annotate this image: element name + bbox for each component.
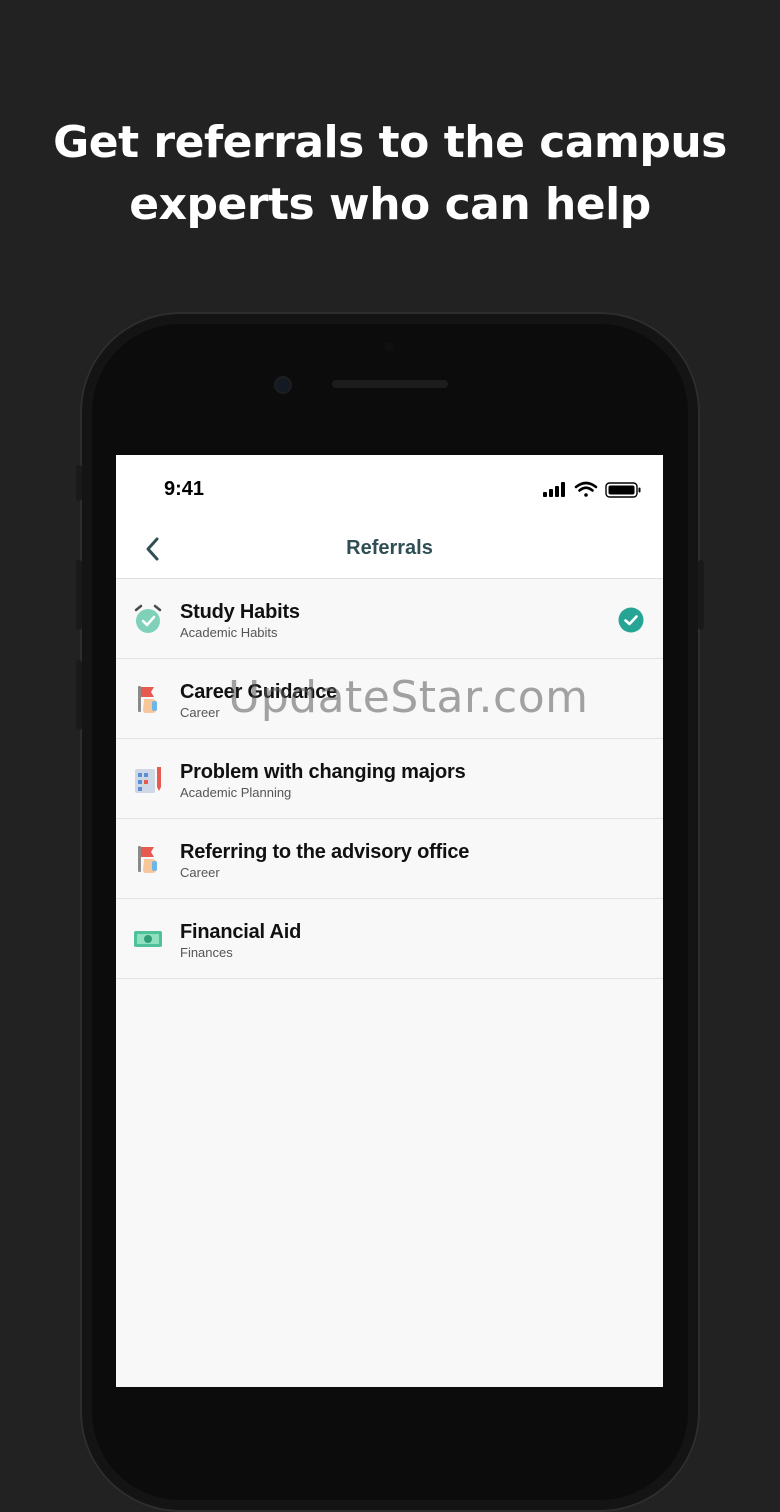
status-bar: 9:41 — [116, 455, 663, 521]
list-item[interactable]: Financial Aid Finances — [116, 899, 663, 979]
mute-switch — [76, 465, 82, 501]
headline-line-1: Get referrals to the campus — [53, 117, 727, 168]
list-item-subtitle: Academic Habits — [180, 625, 278, 640]
alarm-clock-icon — [134, 604, 162, 633]
battery-icon — [605, 482, 641, 498]
list-item-title: Referring to the advisory office — [180, 841, 470, 863]
list-item[interactable]: Problem with changing majors Academic Pl… — [116, 739, 663, 819]
earpiece-speaker — [332, 380, 448, 388]
list-item-title: Financial Aid — [180, 921, 302, 943]
headline: Get referrals to the campus experts who … — [0, 112, 780, 236]
volume-up-button — [76, 560, 82, 630]
list-item[interactable]: Referring to the advisory office Career — [116, 819, 663, 899]
watermark-text: UpdateStar.com — [228, 672, 589, 723]
career-icon — [138, 846, 157, 873]
list-item-title: Study Habits — [180, 601, 300, 623]
power-button — [698, 560, 704, 630]
status-icons — [543, 481, 643, 498]
planning-icon — [135, 767, 161, 793]
volume-down-button — [76, 660, 82, 730]
list-item[interactable]: Study Habits Academic Habits — [116, 579, 663, 659]
list-item-subtitle: Career — [180, 705, 220, 720]
list-item-subtitle: Finances — [180, 945, 233, 960]
career-icon — [138, 686, 157, 713]
phone-screen: 9:41 Referrals Study Habits Academic Hab… — [116, 455, 663, 1387]
money-icon — [134, 931, 162, 947]
list-item-title: Problem with changing majors — [180, 761, 466, 783]
wifi-icon — [574, 481, 598, 497]
headline-line-2: experts who can help — [129, 179, 651, 230]
proximity-sensor — [384, 342, 394, 352]
list-item-subtitle: Academic Planning — [180, 785, 292, 800]
list-item-subtitle: Career — [180, 865, 220, 880]
front-camera — [274, 376, 292, 394]
signal-icon — [543, 482, 565, 497]
status-time: 9:41 — [164, 478, 205, 500]
check-circle-icon — [618, 607, 644, 633]
nav-bar: Referrals — [116, 521, 663, 579]
referral-list: Study Habits Academic Habits Career Guid… — [116, 579, 663, 979]
page-title: Referrals — [346, 537, 433, 559]
